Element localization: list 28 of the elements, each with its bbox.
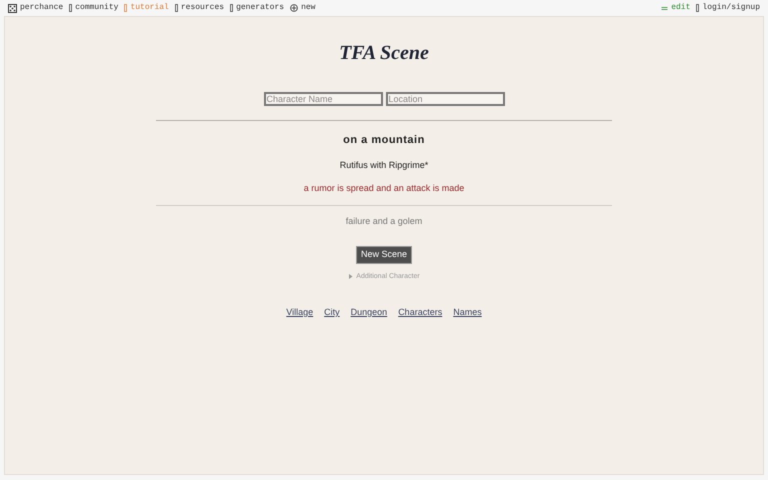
location-field[interactable]: Location — [386, 92, 504, 106]
box-icon — [124, 4, 128, 12]
nav-link[interactable]: resources — [174, 2, 224, 14]
dice-icon — [8, 4, 17, 12]
location-text: on a mountain — [343, 133, 425, 148]
generator-link[interactable]: Characters — [398, 306, 442, 320]
generator-link[interactable]: Dungeon — [350, 306, 388, 320]
caret-icon — [348, 274, 354, 280]
generator-link[interactable]: City — [324, 306, 340, 320]
box-icon — [696, 4, 700, 12]
box-icon — [174, 4, 178, 12]
nav-link[interactable]: edit — [661, 2, 690, 14]
outcome-text: failure and a golem — [346, 214, 422, 228]
nav-link[interactable]: generators — [230, 2, 284, 14]
new-scene-button[interactable]: New Scene — [356, 246, 412, 264]
box-icon — [69, 4, 72, 12]
box-icon — [230, 4, 234, 12]
generator-link[interactable]: Village — [286, 306, 314, 320]
generator-link[interactable]: Names — [453, 306, 482, 320]
characters-text: Rutifus with Ripgrime* — [340, 158, 428, 172]
nav-link[interactable]: login/signup — [696, 2, 760, 14]
nav-link[interactable]: community — [69, 2, 118, 14]
nav-link[interactable]: perchance — [8, 2, 64, 14]
plus-circle-icon — [290, 4, 298, 12]
nav-link[interactable]: new — [290, 2, 316, 14]
character-name-field[interactable]: Character Name — [264, 92, 382, 106]
page-title: TFA Scene — [339, 43, 429, 63]
event-text: a rumor is spread and an attack is made — [304, 182, 464, 195]
